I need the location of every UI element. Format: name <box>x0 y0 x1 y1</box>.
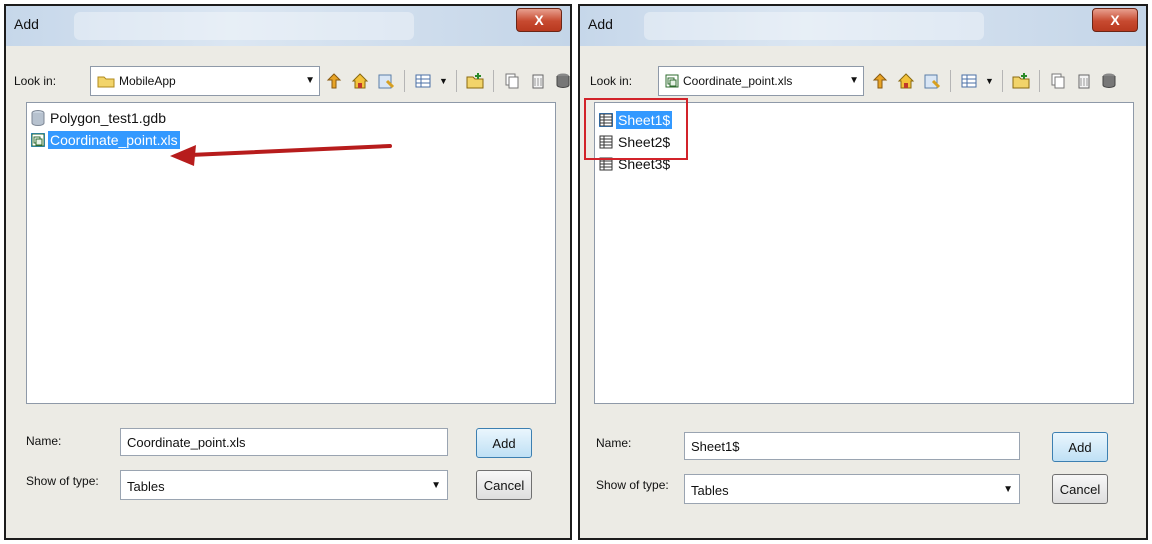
close-button[interactable]: X <box>516 8 562 32</box>
list-item-label: Coordinate_point.xls <box>48 131 180 149</box>
dialog-title: Add <box>588 16 613 32</box>
home-icon[interactable] <box>896 71 916 91</box>
copy-icon[interactable] <box>1048 71 1068 91</box>
list-item-label: Polygon_test1.gdb <box>50 110 166 126</box>
annotation-highlight-box <box>584 98 688 160</box>
type-dropdown[interactable]: Tables ▼ <box>684 474 1020 504</box>
toolbar-separator <box>1038 70 1040 92</box>
toolbar-separator <box>492 70 494 92</box>
toolbar-separator <box>1001 70 1003 92</box>
name-label: Name: <box>26 434 62 448</box>
connect-database-icon[interactable] <box>554 71 574 91</box>
name-input[interactable]: Coordinate_point.xls <box>120 428 448 456</box>
view-menu-icon[interactable] <box>413 71 433 91</box>
toolbar-separator <box>404 70 405 92</box>
chevron-down-icon: ▼ <box>1003 484 1013 495</box>
look-in-dropdown[interactable]: Coordinate_point.xls ▼ <box>658 66 864 96</box>
type-value: Tables <box>691 483 729 498</box>
connect-folder-icon[interactable] <box>922 71 942 91</box>
add-dialog-right: Add X Look in: Coordinate_point.xls ▼ ▼ … <box>578 4 1148 540</box>
cancel-button[interactable]: Cancel <box>1052 474 1108 504</box>
view-chevron-down-icon[interactable]: ▼ <box>985 76 994 86</box>
toolbar-separator <box>950 70 951 92</box>
look-in-value: Coordinate_point.xls <box>683 74 793 88</box>
type-label: Show of type: <box>26 474 99 488</box>
toolbar: ▼ <box>324 66 574 96</box>
list-item[interactable]: Polygon_test1.gdb <box>31 107 168 129</box>
title-bar-glass <box>74 12 414 40</box>
folder-icon <box>97 74 115 88</box>
dialog-title: Add <box>14 16 39 32</box>
toolbar: ▼ <box>870 66 1120 96</box>
chevron-down-icon: ▼ <box>305 75 315 86</box>
chevron-down-icon: ▼ <box>849 75 859 86</box>
delete-icon[interactable] <box>1074 71 1094 91</box>
look-in-label: Look in: <box>14 74 57 88</box>
list-item-selected[interactable]: Coordinate_point.xls <box>31 129 180 151</box>
new-folder-icon[interactable] <box>465 71 485 91</box>
dialog-body: Look in: Coordinate_point.xls ▼ ▼ Sheet1… <box>580 46 1146 538</box>
look-in-dropdown[interactable]: MobileApp ▼ <box>90 66 320 96</box>
connect-folder-icon[interactable] <box>376 71 396 91</box>
type-dropdown[interactable]: Tables ▼ <box>120 470 448 500</box>
home-icon[interactable] <box>350 71 370 91</box>
toolbar-separator <box>455 70 457 92</box>
view-menu-icon[interactable] <box>959 71 979 91</box>
close-button[interactable]: X <box>1092 8 1138 32</box>
view-chevron-down-icon[interactable]: ▼ <box>439 76 448 86</box>
cancel-button[interactable]: Cancel <box>476 470 532 500</box>
new-folder-icon[interactable] <box>1011 71 1031 91</box>
dialog-body: Look in: MobileApp ▼ ▼ Polygon_test1.gdb… <box>6 46 570 538</box>
delete-icon[interactable] <box>528 71 548 91</box>
type-value: Tables <box>127 479 165 494</box>
type-label: Show of type: <box>596 478 669 492</box>
excel-file-icon <box>31 133 45 147</box>
up-one-level-icon[interactable] <box>324 71 344 91</box>
look-in-value: MobileApp <box>119 74 176 88</box>
name-input[interactable]: Sheet1$ <box>684 432 1020 460</box>
look-in-label: Look in: <box>590 74 633 88</box>
title-bar[interactable]: Add X <box>6 6 570 46</box>
title-bar[interactable]: Add X <box>580 6 1146 46</box>
add-dialog-left: Add X Look in: MobileApp ▼ ▼ Polygon_tes… <box>4 4 572 540</box>
name-label: Name: <box>596 436 632 450</box>
copy-icon[interactable] <box>502 71 522 91</box>
add-button[interactable]: Add <box>1052 432 1108 462</box>
annotation-arrow <box>170 144 392 166</box>
title-bar-glass <box>644 12 984 40</box>
add-button[interactable]: Add <box>476 428 532 458</box>
chevron-down-icon: ▼ <box>431 480 441 491</box>
database-icon <box>31 110 45 126</box>
excel-file-icon <box>665 74 679 88</box>
connect-database-icon[interactable] <box>1100 71 1120 91</box>
up-one-level-icon[interactable] <box>870 71 890 91</box>
